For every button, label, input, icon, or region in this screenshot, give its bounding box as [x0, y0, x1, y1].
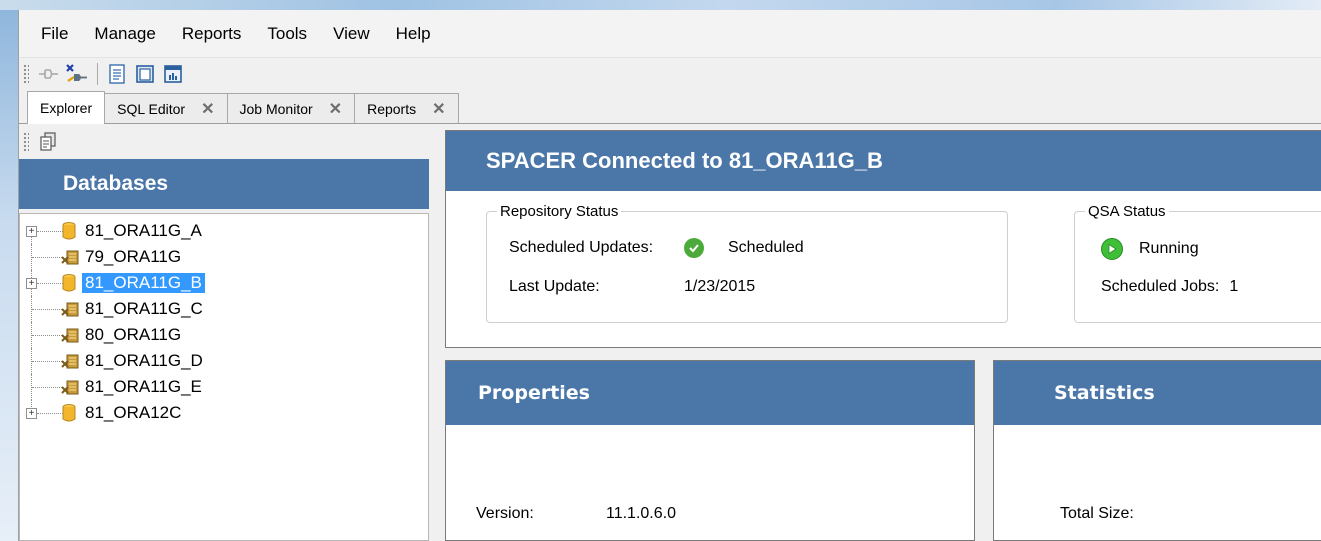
document-tabs: Explorer SQL Editor ✕ Job Monitor ✕ Repo…	[19, 90, 1321, 124]
tab-sql-editor[interactable]: SQL Editor ✕	[104, 93, 228, 123]
document-icon[interactable]	[104, 62, 130, 86]
databases-panel: Databases + 81_ORA11G_A 79_ORA11G + 81_O…	[19, 125, 429, 541]
database-agent-icon	[60, 325, 79, 345]
window-top-decoration	[0, 0, 1321, 10]
menu-view[interactable]: View	[323, 20, 380, 48]
report-icon[interactable]	[160, 62, 186, 86]
database-icon	[60, 221, 78, 241]
details-panel: SPACER Connected to 81_ORA11G_B Reposito…	[445, 130, 1321, 541]
tree-node-label: 81_ORA12C	[85, 403, 182, 422]
tab-explorer[interactable]: Explorer	[27, 91, 106, 124]
tab-label: Reports	[367, 100, 417, 117]
tab-label: Job Monitor	[239, 100, 313, 117]
tab-label: SQL Editor	[117, 100, 186, 117]
scheduled-updates-value: Scheduled	[728, 239, 804, 256]
databases-toolbar	[19, 125, 429, 159]
connection-title: SPACER Connected to 81_ORA11G_B	[446, 131, 1321, 191]
database-agent-icon	[60, 377, 79, 397]
main-toolbar	[19, 59, 1321, 89]
qsa-status-legend: QSA Status	[1088, 203, 1166, 220]
tab-reports[interactable]: Reports ✕	[354, 93, 459, 123]
database-agent-icon	[60, 299, 79, 319]
tree-node-label: 80_ORA11G	[85, 325, 182, 344]
version-label: Version:	[476, 505, 534, 522]
tab-label: Explorer	[40, 100, 93, 116]
tree-node-label: 81_ORA11G_A	[85, 221, 202, 240]
version-value: 11.1.0.6.0	[606, 505, 676, 522]
scheduled-updates-row: Scheduled Updates: Scheduled	[509, 238, 804, 258]
databases-header: Databases	[19, 159, 429, 209]
qsa-status-group: QSA Status Running Scheduled Jobs: 1	[1074, 203, 1321, 323]
qsa-state-row: Running	[1101, 238, 1199, 260]
scheduled-jobs-value: 1	[1229, 278, 1239, 295]
tree-node[interactable]: 80_ORA11G	[20, 322, 428, 348]
tree-node[interactable]: 81_ORA11G_C	[20, 296, 428, 322]
menu-reports[interactable]: Reports	[172, 20, 252, 48]
tree-node[interactable]: 79_ORA11G	[20, 244, 428, 270]
copy-icon[interactable]	[35, 130, 61, 154]
close-icon[interactable]: ✕	[329, 99, 342, 119]
tree-node-label: 81_ORA11G_E	[85, 377, 202, 396]
toolbar-grip[interactable]	[23, 64, 29, 84]
properties-panel: Properties Version: 11.1.0.6.0	[445, 360, 975, 541]
tree-line	[32, 386, 62, 388]
tree-node-label: 79_ORA11G	[85, 247, 182, 266]
tree-node-label: 81_ORA11G_C	[85, 299, 203, 318]
database-agent-icon	[60, 247, 79, 267]
total-size-label: Total Size:	[1060, 505, 1134, 522]
repository-status-legend: Repository Status	[500, 203, 619, 220]
tree-node[interactable]: + 81_ORA11G_A	[20, 218, 428, 244]
menu-tools[interactable]: Tools	[257, 20, 317, 48]
running-icon	[1101, 238, 1123, 260]
last-update-row: Last Update: 1/23/2015	[509, 278, 755, 296]
scheduled-updates-label: Scheduled Updates:	[509, 239, 654, 256]
tree-node[interactable]: 81_ORA11G_E	[20, 374, 428, 400]
menu-bar: File Manage Reports Tools View Help	[19, 10, 1321, 58]
close-icon[interactable]: ✕	[432, 99, 445, 119]
menu-file[interactable]: File	[31, 20, 78, 48]
menu-help[interactable]: Help	[386, 20, 441, 48]
properties-header: Properties	[446, 361, 974, 425]
window-icon[interactable]	[132, 62, 158, 86]
tree-node-label: 81_ORA11G_B	[82, 273, 205, 293]
database-icon	[60, 403, 78, 423]
last-update-label: Last Update:	[509, 278, 600, 295]
app-window: File Manage Reports Tools View Help Expl…	[18, 10, 1321, 541]
close-icon[interactable]: ✕	[201, 99, 214, 119]
last-update-value: 1/23/2015	[684, 278, 756, 295]
window-left-decoration	[0, 10, 18, 541]
database-agent-icon	[60, 351, 79, 371]
menu-manage[interactable]: Manage	[84, 20, 165, 48]
tree-line	[32, 360, 62, 362]
expand-icon[interactable]: +	[26, 407, 37, 419]
toolbar-grip[interactable]	[23, 132, 29, 152]
scheduled-jobs-row: Scheduled Jobs: 1	[1101, 278, 1238, 296]
expand-icon[interactable]: +	[26, 277, 37, 289]
qsa-state-value: Running	[1139, 240, 1199, 257]
tree-node[interactable]: 81_ORA11G_D	[20, 348, 428, 374]
tree-node-label: 81_ORA11G_D	[85, 351, 203, 370]
statistics-header: Statistics	[994, 361, 1321, 425]
database-icon	[60, 273, 78, 293]
repository-status-group: Repository Status Scheduled Updates: Sch…	[486, 203, 1008, 323]
scheduled-jobs-label: Scheduled Jobs:	[1101, 278, 1220, 295]
tree-node[interactable]: + 81_ORA12C	[20, 400, 428, 426]
panel-splitter[interactable]	[429, 125, 445, 541]
tree-line	[32, 308, 62, 310]
check-icon	[684, 238, 704, 258]
expand-icon[interactable]: +	[26, 225, 37, 237]
tree-line	[32, 334, 62, 336]
connection-summary: SPACER Connected to 81_ORA11G_B Reposito…	[445, 130, 1321, 348]
tab-job-monitor[interactable]: Job Monitor ✕	[226, 93, 356, 123]
databases-tree: + 81_ORA11G_A 79_ORA11G + 81_ORA11G_B 81…	[19, 213, 429, 541]
disconnect-icon[interactable]	[63, 62, 89, 86]
tree-line	[32, 256, 62, 258]
statistics-panel: Statistics Total Size:	[993, 360, 1321, 541]
toolbar-separator	[97, 63, 98, 85]
tree-node[interactable]: + 81_ORA11G_B	[20, 270, 428, 296]
connect-icon[interactable]	[35, 62, 61, 86]
